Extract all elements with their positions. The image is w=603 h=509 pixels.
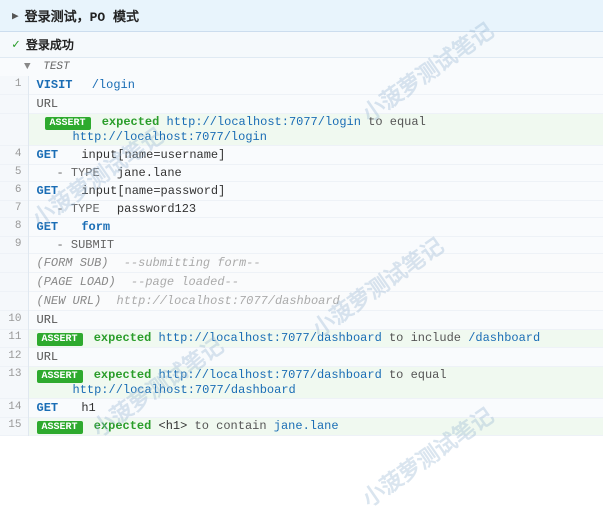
- page-title: 登录测试，PO 模式: [25, 6, 139, 25]
- assert-badge: ASSERT: [37, 370, 83, 383]
- table-row: 12 URL: [0, 348, 603, 367]
- assert-badge: ASSERT: [37, 333, 83, 346]
- suite-row: ✓ 登录成功: [0, 32, 603, 58]
- suite-label: 登录成功: [26, 36, 74, 53]
- table-row: 5 - TYPE jane.lane: [0, 165, 603, 182]
- table-row: 6 GET input[name=password]: [0, 182, 603, 201]
- header: ▶ 登录测试，PO 模式: [0, 0, 603, 32]
- table-row: 9 - SUBMIT: [0, 237, 603, 254]
- table-row: 4 GET input[name=username]: [0, 146, 603, 165]
- test-label: ▼ TEST: [0, 58, 603, 76]
- table-row: 14 GET h1: [0, 399, 603, 418]
- table-row: ASSERT expected http://localhost:7077/lo…: [0, 114, 603, 146]
- table-row: 15 ASSERT expected <h1> to contain jane.…: [0, 418, 603, 436]
- table-row: 11 ASSERT expected http://localhost:7077…: [0, 330, 603, 348]
- table-row: 1 VISIT /login: [0, 76, 603, 95]
- test-block: ▼ TEST 1 VISIT /login URL ASSERT expecte…: [0, 58, 603, 436]
- table-row: 7 - TYPE password123: [0, 201, 603, 218]
- collapse-icon: ▶: [12, 9, 19, 23]
- assert-badge: ASSERT: [37, 421, 83, 434]
- table-row: URL: [0, 95, 603, 114]
- code-table: 1 VISIT /login URL ASSERT expected http:…: [0, 76, 603, 436]
- assert-badge: ASSERT: [45, 117, 91, 130]
- table-row: 10 URL: [0, 311, 603, 330]
- table-row: (FORM SUB) --submitting form--: [0, 254, 603, 273]
- table-row: 13 ASSERT expected http://localhost:7077…: [0, 367, 603, 399]
- line-content: VISIT /login: [28, 76, 603, 95]
- line-num: 1: [0, 76, 28, 95]
- table-row: 8 GET form: [0, 218, 603, 237]
- table-row: (NEW URL) http://localhost:7077/dashboar…: [0, 292, 603, 311]
- check-icon: ✓: [12, 37, 20, 52]
- table-row: (PAGE LOAD) --page loaded--: [0, 273, 603, 292]
